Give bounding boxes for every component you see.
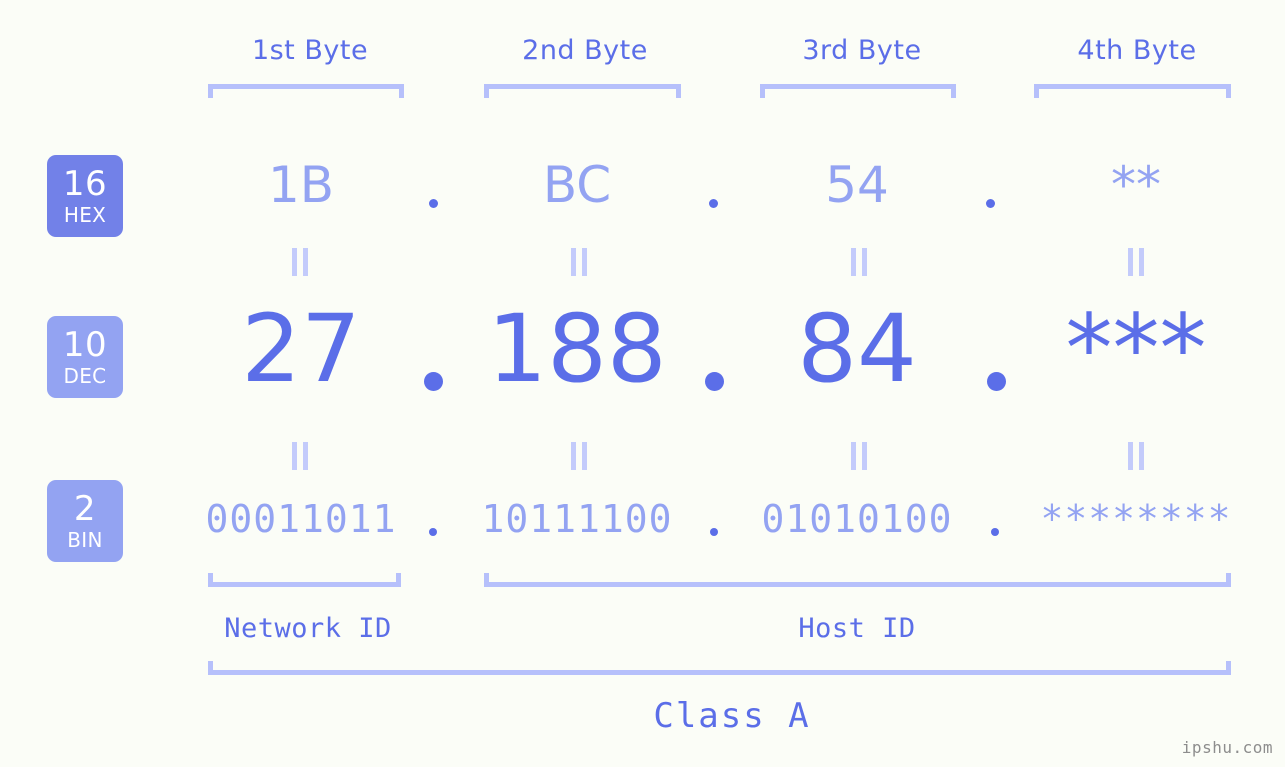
equality-mark-dec-bin-3 — [851, 442, 869, 470]
dec-separator-dot-3 — [987, 372, 1006, 391]
equality-mark-dec-bin-4 — [1128, 442, 1146, 470]
base-badge-hex-name: HEX — [63, 203, 107, 227]
site-watermark: ipshu.com — [1181, 738, 1273, 757]
bin-separator-dot-3 — [991, 528, 999, 536]
equality-mark-dec-bin-1 — [292, 442, 310, 470]
byte-bracket-top-4 — [1034, 84, 1231, 98]
byte-header-1: 1st Byte — [251, 35, 369, 66]
hex-byte-3: 54 — [825, 156, 889, 214]
ip-address-breakdown-diagram: 1st Byte 2nd Byte 3rd Byte 4th Byte 16 H… — [0, 0, 1285, 767]
bin-byte-2: 10111100 — [481, 497, 673, 541]
hex-separator-dot-3 — [986, 199, 995, 208]
dec-byte-1: 27 — [241, 295, 361, 404]
base-badge-dec-name: DEC — [63, 364, 107, 388]
host-id-bracket — [484, 573, 1231, 587]
equality-mark-hex-dec-3 — [851, 248, 869, 276]
base-badge-bin-name: BIN — [67, 528, 103, 552]
base-badge-hex: 16 HEX — [47, 155, 123, 237]
base-badge-bin-number: 2 — [73, 489, 97, 529]
bin-byte-1: 00011011 — [205, 497, 397, 541]
equality-mark-hex-dec-2 — [571, 248, 589, 276]
byte-header-4: 4th Byte — [1077, 35, 1197, 66]
dec-byte-2: 188 — [487, 295, 667, 404]
dec-byte-3: 84 — [797, 295, 917, 404]
bin-separator-dot-1 — [429, 528, 437, 536]
bin-byte-3: 01010100 — [761, 497, 953, 541]
byte-bracket-top-2 — [484, 84, 681, 98]
equality-mark-hex-dec-4 — [1128, 248, 1146, 276]
dec-byte-4: *** — [1065, 295, 1207, 404]
bin-separator-dot-2 — [710, 528, 718, 536]
bin-byte-4: ******** — [1040, 497, 1232, 541]
hex-separator-dot-1 — [429, 199, 438, 208]
byte-bracket-top-3 — [760, 84, 956, 98]
base-badge-dec: 10 DEC — [47, 316, 123, 398]
hex-separator-dot-2 — [709, 199, 718, 208]
base-badge-bin: 2 BIN — [47, 480, 123, 562]
dec-separator-dot-1 — [424, 372, 443, 391]
network-id-label: Network ID — [224, 613, 392, 644]
network-id-bracket — [208, 573, 401, 587]
byte-bracket-top-1 — [208, 84, 404, 98]
equality-mark-hex-dec-1 — [292, 248, 310, 276]
byte-header-3: 3rd Byte — [802, 35, 922, 66]
class-bracket — [208, 661, 1231, 675]
hex-byte-4: ** — [1111, 156, 1161, 214]
dec-separator-dot-2 — [705, 372, 724, 391]
hex-byte-1: 1B — [267, 156, 335, 214]
byte-header-2: 2nd Byte — [522, 35, 648, 66]
host-id-label: Host ID — [798, 613, 916, 644]
hex-byte-2: BC — [542, 156, 612, 214]
base-badge-hex-number: 16 — [62, 164, 108, 204]
base-badge-dec-number: 10 — [62, 325, 108, 365]
equality-mark-dec-bin-2 — [571, 442, 589, 470]
class-label: Class A — [653, 696, 811, 736]
